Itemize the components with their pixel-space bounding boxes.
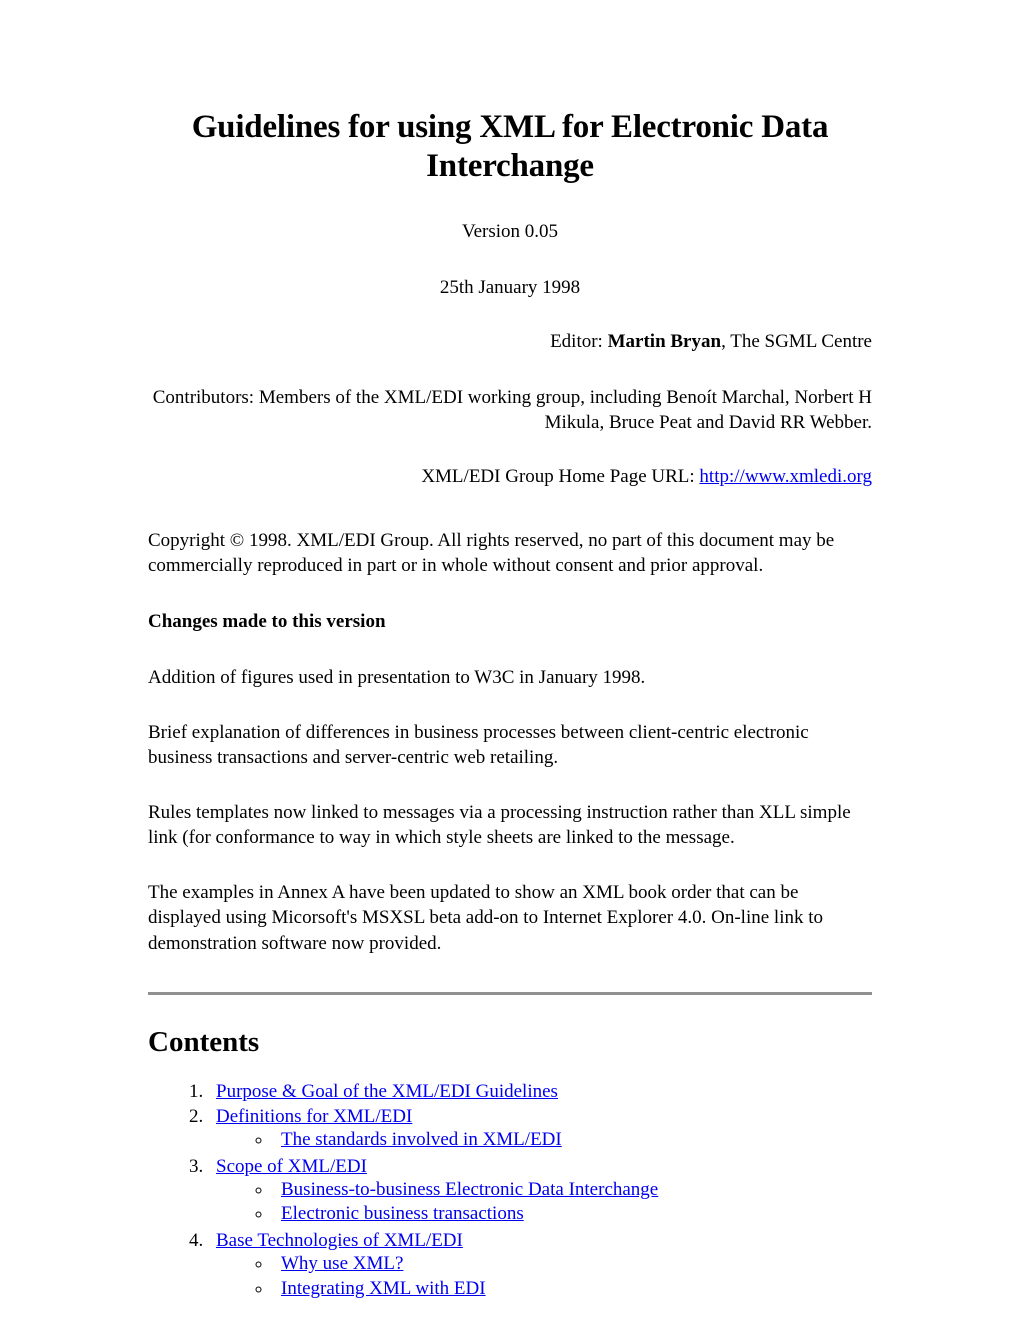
toc-sublist-4: Why use XML? Integrating XML with EDI	[216, 1253, 872, 1303]
toc-link-2[interactable]: Definitions for XML/EDI	[216, 1106, 412, 1127]
contributors-line: Contributors: Members of the XML/EDI wor…	[152, 387, 872, 433]
changes-paragraph-1: Addition of figures used in presentation…	[148, 666, 646, 688]
toc-link-1[interactable]: Purpose & Goal of the XML/EDI Guidelines	[216, 1081, 558, 1102]
homepage-label: XML/EDI Group Home Page URL:	[421, 466, 700, 488]
editor-line: Editor: Martin Bryan, The SGML Centre	[148, 330, 872, 355]
homepage-link[interactable]: http://www.xmledi.org	[699, 466, 872, 487]
list-item: The standards involved in XML/EDI	[273, 1129, 872, 1154]
contents-heading: Contents	[148, 1025, 260, 1058]
version-line: Version 0.05	[461, 220, 559, 242]
toc-link-4-1[interactable]: Why use XML?	[281, 1253, 403, 1274]
toc-link-3[interactable]: Scope of XML/EDI	[216, 1156, 367, 1177]
changes-paragraph-2: Brief explanation of differences in busi…	[148, 722, 809, 769]
list-item: Definitions for XML/EDI The standards in…	[208, 1106, 872, 1156]
list-item: Base Technologies of XML/EDI Why use XML…	[208, 1230, 872, 1304]
list-item: Integrating XML with EDI	[273, 1278, 872, 1303]
toc-link-4-2[interactable]: Integrating XML with EDI	[281, 1278, 486, 1299]
section-divider	[148, 991, 872, 995]
toc-link-3-2[interactable]: Electronic business transactions	[281, 1203, 524, 1224]
changes-paragraph-3: Rules templates now linked to messages v…	[148, 802, 851, 849]
copyright-paragraph: Copyright © 1998. XML/EDI Group. All rig…	[148, 530, 835, 577]
page-title: Guidelines for using XML for Electronic …	[191, 109, 829, 184]
toc-link-3-1[interactable]: Business-to-business Electronic Data Int…	[281, 1179, 658, 1200]
toc-sublist-3: Business-to-business Electronic Data Int…	[216, 1179, 872, 1229]
editor-name: Martin Bryan	[607, 331, 722, 353]
toc-sublist-2: The standards involved in XML/EDI	[216, 1129, 872, 1154]
list-item: Business-to-business Electronic Data Int…	[273, 1179, 872, 1204]
editor-affiliation: , The SGML Centre	[721, 331, 872, 353]
document-page: Guidelines for using XML for Electronic …	[0, 0, 1020, 1320]
changes-paragraph-4: The examples in Annex A have been update…	[148, 882, 824, 954]
toc-link-2-1[interactable]: The standards involved in XML/EDI	[281, 1129, 562, 1150]
homepage-line: XML/EDI Group Home Page URL: http://www.…	[148, 465, 872, 490]
table-of-contents: Purpose & Goal of the XML/EDI Guidelines…	[148, 1081, 872, 1304]
list-item: Purpose & Goal of the XML/EDI Guidelines	[208, 1081, 872, 1106]
changes-heading: Changes made to this version	[148, 611, 386, 633]
date-line: 25th January 1998	[439, 276, 581, 298]
list-item: Why use XML?	[273, 1253, 872, 1278]
editor-prefix: Editor:	[550, 331, 608, 353]
list-item: Scope of XML/EDI Business-to-business El…	[208, 1156, 872, 1230]
list-item: Electronic business transactions	[273, 1203, 872, 1228]
toc-link-4[interactable]: Base Technologies of XML/EDI	[216, 1230, 463, 1251]
